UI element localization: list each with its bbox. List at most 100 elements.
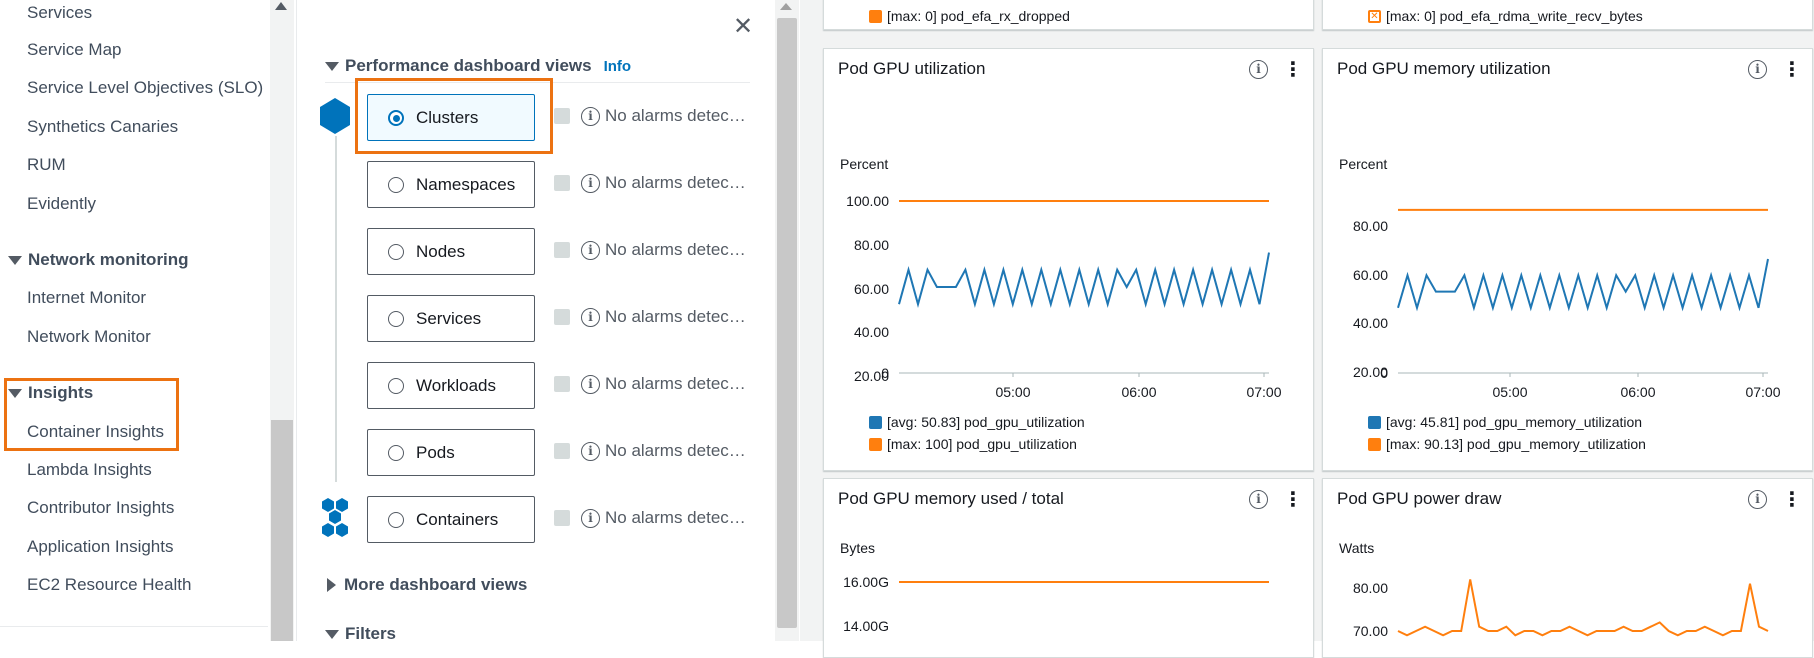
legend-text: [avg: 45.81] pod_gpu_memory_utilization xyxy=(1386,414,1643,430)
y-tick-label: 0 xyxy=(881,365,889,381)
widget-pod-gpu-memory-utilization: Pod GPU memory utilization i ⋮ Percent 80.… xyxy=(1322,48,1813,471)
widget-efa-rx-dropped: [max: 0] pod_efa_rx_dropped xyxy=(823,0,1314,30)
alarm-text: No alarms detec… xyxy=(605,307,746,326)
chart-gpu-memory-utilization: Percent80.0060.0040.0020.00005:00 06:00 07… xyxy=(1339,156,1781,400)
section-title: Performance dashboard views xyxy=(345,56,592,75)
nav-item-application-insights[interactable]: Application Insights xyxy=(27,537,173,557)
view-option-nodes[interactable]: Nodes xyxy=(367,228,535,275)
alarm-status: i No alarms detec… xyxy=(581,307,746,327)
widget-title: Pod GPU memory utilization xyxy=(1337,59,1551,78)
legend-text: [max: 90.13] pod_gpu_memory_utilization xyxy=(1386,436,1646,452)
radio-icon xyxy=(388,444,404,461)
legend-text: [max: 0] pod_efa_rdma_write_recv_bytes xyxy=(1386,8,1643,24)
info-icon: i xyxy=(581,106,600,126)
filters-toggle[interactable]: Filters xyxy=(325,624,396,644)
widget-title: Pod GPU utilization xyxy=(838,59,986,78)
nav-item-internet-monitor[interactable]: Internet Monitor xyxy=(27,288,146,308)
x-tick-label: 05:00 xyxy=(1492,384,1527,400)
nav-item-slo[interactable]: Service Level Objectives (SLO) xyxy=(27,78,263,98)
y-tick-label: 100.00 xyxy=(846,193,889,209)
alarm-text: No alarms detec… xyxy=(605,240,746,259)
filters-label: Filters xyxy=(345,624,397,643)
radio-icon xyxy=(388,176,404,193)
view-label: Services xyxy=(416,308,482,328)
info-icon[interactable]: i xyxy=(1748,490,1767,509)
widget-pod-gpu-utilization: Pod GPU utilization i ⋮ Percent 100.00 80.0… xyxy=(823,48,1314,471)
more-actions-icon[interactable]: ⋮ xyxy=(1283,490,1303,510)
info-icon[interactable]: i xyxy=(1249,490,1268,509)
nav-item-contributor-insights[interactable]: Contributor Insights xyxy=(27,498,174,518)
alarm-checkbox[interactable] xyxy=(554,376,570,392)
nav-item-synthetics-canaries[interactable]: Synthetics Canaries xyxy=(27,117,178,137)
legend-item[interactable]: [max: 90.13] pod_gpu_memory_utilization xyxy=(1368,436,1646,452)
panel-scrollbar-thumb[interactable] xyxy=(777,18,797,628)
alarm-checkbox[interactable] xyxy=(554,242,570,258)
close-icon[interactable]: ✕ xyxy=(733,12,753,42)
hierarchy-line xyxy=(335,136,337,482)
alarm-status: i No alarms detec… xyxy=(581,240,746,260)
alarm-status: i No alarms detec… xyxy=(581,508,746,528)
legend-item[interactable]: [avg: 50.83] pod_gpu_utilization xyxy=(869,414,1085,430)
info-icon: i xyxy=(581,441,600,461)
legend-swatch xyxy=(869,415,882,429)
more-actions-icon[interactable]: ⋮ xyxy=(1782,60,1802,80)
nav-scrollbar-thumb[interactable] xyxy=(271,420,293,641)
nav-item-evidently[interactable]: Evidently xyxy=(27,194,96,214)
nav-item-service-map[interactable]: Service Map xyxy=(27,40,121,60)
y-tick-label: 16.00G xyxy=(843,574,889,590)
nav-item-rum[interactable]: RUM xyxy=(27,155,66,175)
chart-gpu-power-draw: Watts 80.00 70.00 xyxy=(1339,541,1769,639)
alarm-checkbox[interactable] xyxy=(554,108,570,124)
nav-section-network-monitoring[interactable]: Network monitoring xyxy=(8,250,189,270)
view-option-services[interactable]: Services xyxy=(367,295,535,342)
nav-item-lambda-insights[interactable]: Lambda Insights xyxy=(27,460,152,480)
x-tick-label: 07:00 xyxy=(1745,384,1780,400)
cluster-hexagon-icon xyxy=(320,98,350,134)
more-actions-icon[interactable]: ⋮ xyxy=(1782,490,1802,510)
more-dashboard-views-toggle[interactable]: More dashboard views xyxy=(327,575,527,595)
alarm-checkbox[interactable] xyxy=(554,309,570,325)
info-icon[interactable]: i xyxy=(1249,60,1268,79)
legend-swatch xyxy=(869,437,882,451)
alarm-status: i No alarms detec… xyxy=(581,441,746,461)
view-option-pods[interactable]: Pods xyxy=(367,429,535,476)
nav-item-network-monitor[interactable]: Network Monitor xyxy=(27,327,151,347)
y-axis-unit-label: Percent xyxy=(840,156,888,172)
nav-item-services[interactable]: Services xyxy=(27,3,92,23)
widget-efa-rdma-write: ✕ [max: 0] pod_efa_rdma_write_recv_bytes xyxy=(1322,0,1813,30)
caret-right-icon xyxy=(327,578,336,592)
legend-item[interactable]: [max: 0] pod_efa_rx_dropped xyxy=(869,8,1070,24)
view-label: Namespaces xyxy=(416,174,516,194)
info-icon[interactable]: i xyxy=(1748,60,1767,79)
y-tick-label: 14.00G xyxy=(843,618,889,634)
scroll-up-icon[interactable] xyxy=(780,3,792,10)
legend-text: [max: 0] pod_efa_rx_dropped xyxy=(887,8,1070,24)
info-link[interactable]: Info xyxy=(604,58,632,75)
widget-title: Pod GPU power draw xyxy=(1337,489,1502,508)
performance-views-header[interactable]: Performance dashboard views Info xyxy=(325,56,631,76)
alarm-checkbox[interactable] xyxy=(554,510,570,526)
alarm-checkbox[interactable] xyxy=(554,443,570,459)
y-axis-unit-label: Watts xyxy=(1339,541,1374,556)
info-icon: i xyxy=(581,508,600,528)
legend-item[interactable]: ✕ [max: 0] pod_efa_rdma_write_recv_bytes xyxy=(1368,8,1643,24)
nav-item-ec2-resource-health[interactable]: EC2 Resource Health xyxy=(27,575,191,595)
scroll-up-icon[interactable] xyxy=(275,2,287,10)
view-option-namespaces[interactable]: Namespaces xyxy=(367,161,535,208)
alarm-status: i No alarms detec… xyxy=(581,173,746,193)
y-tick-label: 40.00 xyxy=(854,324,889,340)
legend-item[interactable]: [avg: 45.81] pod_gpu_memory_utilization xyxy=(1368,414,1642,430)
alarm-status: i No alarms detec… xyxy=(581,374,746,394)
radio-icon xyxy=(388,377,404,394)
caret-down-icon xyxy=(325,61,339,71)
left-navigation: Services Service Map Service Level Objec… xyxy=(0,0,270,641)
alarm-checkbox[interactable] xyxy=(554,175,570,191)
nav-divider xyxy=(0,626,268,627)
info-icon: i xyxy=(581,240,600,260)
more-actions-icon[interactable]: ⋮ xyxy=(1283,60,1303,80)
legend-item[interactable]: [max: 100] pod_gpu_utilization xyxy=(869,436,1077,452)
info-icon: i xyxy=(581,173,600,193)
view-option-containers[interactable]: Containers xyxy=(367,496,535,543)
nav-section-label: Network monitoring xyxy=(28,250,189,269)
view-option-workloads[interactable]: Workloads xyxy=(367,362,535,409)
